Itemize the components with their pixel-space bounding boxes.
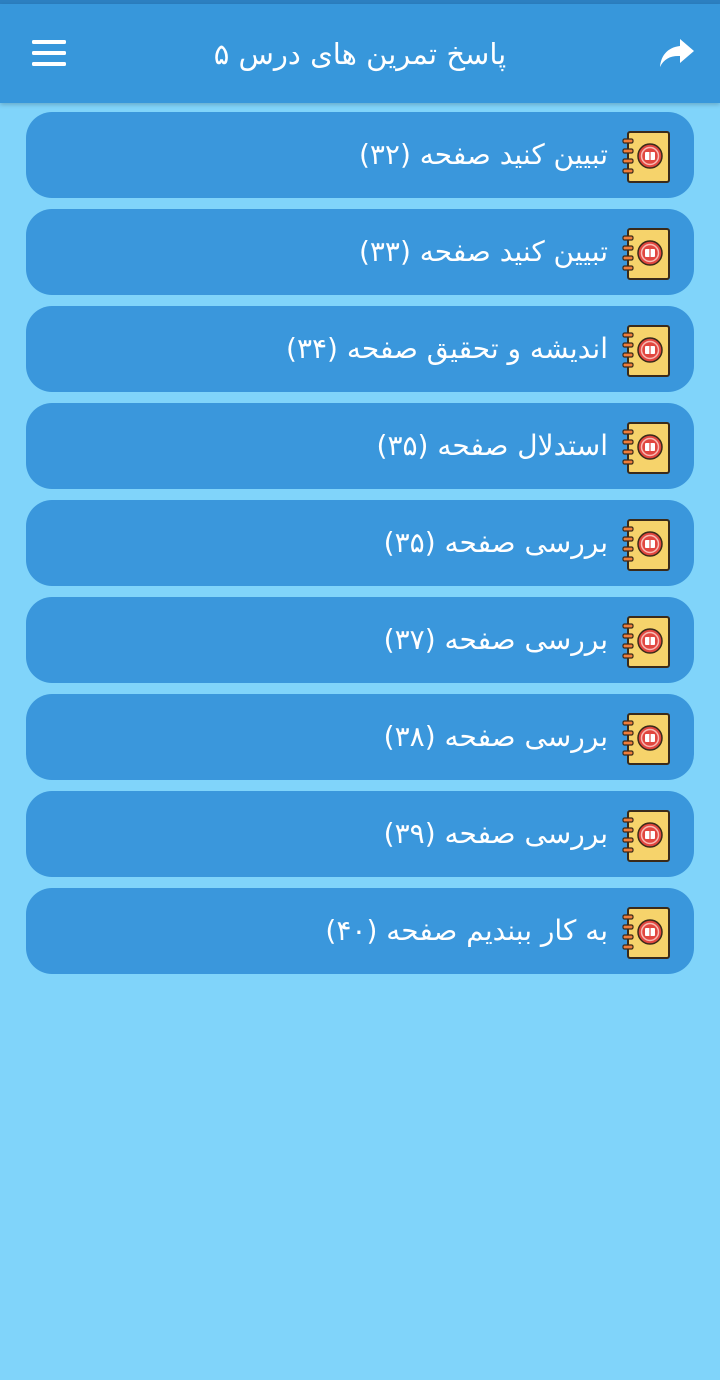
notebook-icon	[622, 131, 670, 183]
list-item-label: بررسی صفحه (۳۷)	[383, 623, 608, 656]
list-item-label: استدلال صفحه (۳۵)	[376, 429, 608, 462]
notebook-icon	[622, 228, 670, 280]
notebook-icon	[622, 422, 670, 474]
notebook-icon	[622, 325, 670, 377]
notebook-icon	[622, 519, 670, 571]
list-item-label: بررسی صفحه (۳۵)	[383, 526, 608, 559]
list-item[interactable]: بررسی صفحه (۳۵)	[26, 500, 694, 586]
hamburger-menu-icon	[32, 40, 66, 66]
notebook-icon	[622, 810, 670, 862]
list-item-label: به کار ببندیم صفحه (۴۰)	[325, 914, 608, 947]
list-item-label: بررسی صفحه (۳۹)	[383, 817, 608, 850]
list-item[interactable]: به کار ببندیم صفحه (۴۰)	[26, 888, 694, 974]
share-arrow-icon	[660, 39, 694, 67]
list-item[interactable]: تبیین کنید صفحه (۳۳)	[26, 209, 694, 295]
notebook-icon	[622, 616, 670, 668]
list-item-label: اندیشه و تحقیق صفحه (۳۴)	[286, 332, 608, 365]
list-item[interactable]: بررسی صفحه (۳۷)	[26, 597, 694, 683]
list-item-label: بررسی صفحه (۳۸)	[383, 720, 608, 753]
notebook-icon	[622, 907, 670, 959]
list-item-label: تبیین کنید صفحه (۳۳)	[358, 235, 608, 268]
list-item[interactable]: بررسی صفحه (۳۹)	[26, 791, 694, 877]
page-title: پاسخ تمرین های درس ۵	[213, 37, 507, 71]
list-item[interactable]: تبیین کنید صفحه (۳۲)	[26, 112, 694, 198]
notebook-icon	[622, 713, 670, 765]
exercise-list: تبیین کنید صفحه (۳۲) تبیین کنید صفحه (۳۳…	[26, 112, 694, 985]
list-item-label: تبیین کنید صفحه (۳۲)	[358, 138, 608, 171]
share-button[interactable]	[648, 29, 706, 77]
list-item[interactable]: استدلال صفحه (۳۵)	[26, 403, 694, 489]
menu-button[interactable]	[20, 29, 78, 77]
list-item[interactable]: بررسی صفحه (۳۸)	[26, 694, 694, 780]
app-bar: پاسخ تمرین های درس ۵	[0, 4, 720, 103]
list-item[interactable]: اندیشه و تحقیق صفحه (۳۴)	[26, 306, 694, 392]
